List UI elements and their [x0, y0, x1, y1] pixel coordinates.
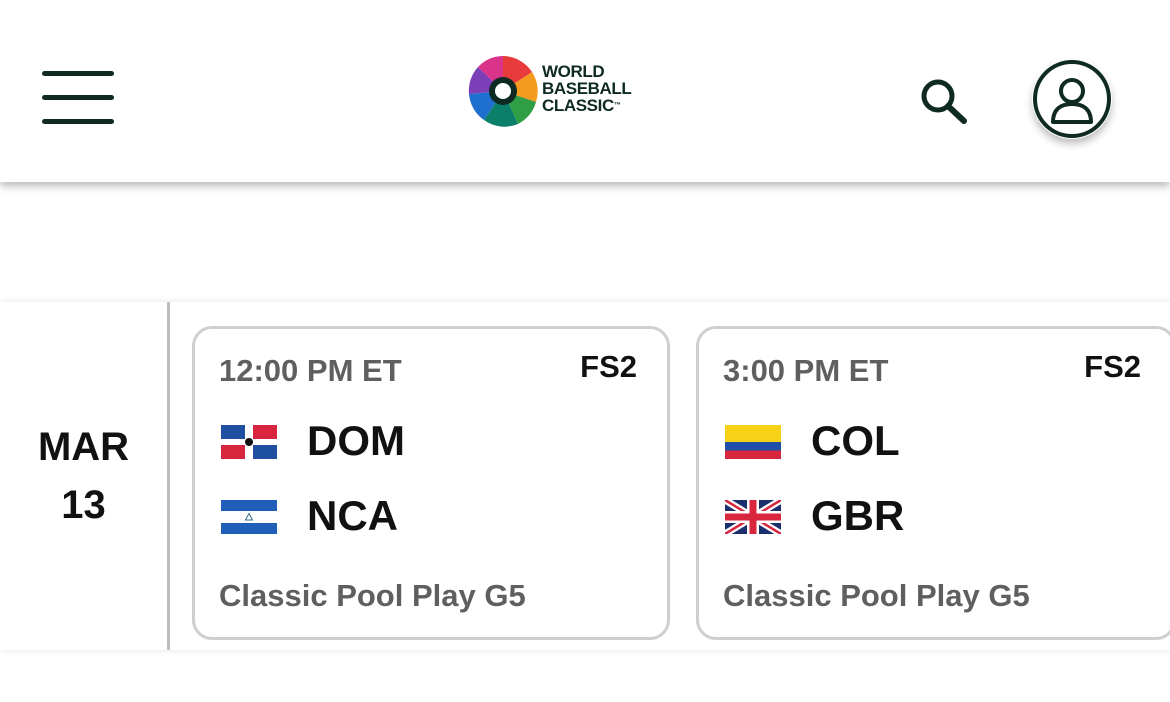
menu-line	[42, 71, 114, 76]
user-account-button[interactable]	[1032, 59, 1112, 139]
wbc-logo-mark-icon	[468, 56, 538, 127]
world-baseball-classic-logo[interactable]: WORLD BASEBALL CLASSIC™	[466, 54, 662, 128]
game-round-label: Classic Pool Play G5	[219, 578, 526, 613]
nicaragua-flag-icon	[221, 500, 277, 534]
top-nav-bar: WORLD BASEBALL CLASSIC™	[0, 0, 1170, 182]
logo-line-classic: CLASSIC™	[542, 97, 662, 114]
hamburger-menu-icon[interactable]	[40, 68, 116, 128]
search-icon[interactable]	[918, 76, 970, 124]
logo-line-classic-text: CLASSIC	[542, 96, 614, 115]
date-column: MAR 13	[0, 302, 170, 650]
logo-trademark: ™	[613, 102, 621, 109]
logo-wordmark: WORLD BASEBALL CLASSIC™	[542, 63, 662, 114]
game-time: 12:00 PM ET	[219, 353, 402, 388]
logo-line-world: WORLD	[542, 62, 605, 81]
tv-network: FS2	[1084, 349, 1141, 384]
game-round-label: Classic Pool Play G5	[723, 578, 1030, 613]
team-abbreviation: COL	[811, 417, 900, 464]
tv-network: FS2	[580, 349, 637, 384]
menu-line	[42, 95, 114, 100]
team-abbreviation: GBR	[811, 492, 905, 539]
schedule-day-row: MAR 13 12:00 PM ET FS2 DOM NCA Classic P…	[0, 302, 1170, 650]
user-account-icon	[1033, 60, 1111, 138]
dominican-republic-flag-icon	[221, 425, 277, 459]
game-card[interactable]: 3:00 PM ET FS2 COL GBR Classic Pool Play…	[696, 326, 1170, 640]
team-abbreviation: DOM	[307, 417, 405, 464]
game-card[interactable]: 12:00 PM ET FS2 DOM NCA Classic Pool Pla…	[192, 326, 670, 640]
menu-line	[42, 119, 114, 124]
date-day: 13	[61, 483, 106, 527]
great-britain-flag-icon	[725, 500, 781, 534]
colombia-flag-icon	[725, 425, 781, 459]
logo-line-baseball: BASEBALL	[542, 79, 632, 98]
game-time: 3:00 PM ET	[723, 353, 889, 388]
date-month: MAR	[37, 425, 130, 469]
team-abbreviation: NCA	[307, 492, 398, 539]
